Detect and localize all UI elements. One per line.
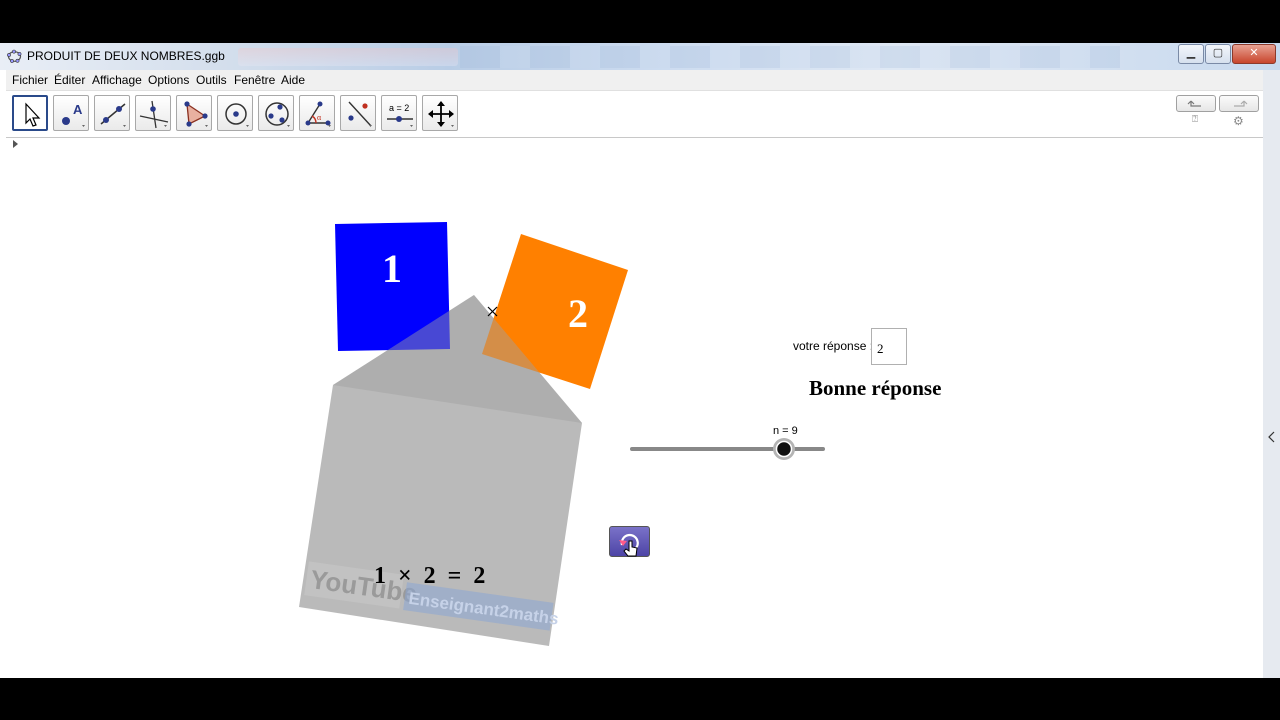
cross-point-icon[interactable] [487, 306, 498, 317]
reset-icon [619, 533, 639, 557]
answer-label: votre réponse : [793, 339, 874, 353]
square-1-label: 1 [382, 246, 402, 291]
slider-knob[interactable] [775, 440, 793, 458]
geometry-scene: 1 2 YouTube Enseignant2maths [299, 222, 825, 646]
feedback-text: Bonne réponse [809, 376, 942, 400]
reset-button[interactable] [609, 526, 650, 557]
slider-label: n = 9 [773, 425, 798, 437]
square-2-label: 2 [568, 291, 588, 336]
answer-input[interactable]: 2 [871, 328, 907, 365]
equation-text: 1 × 2 = 2 [374, 563, 486, 589]
